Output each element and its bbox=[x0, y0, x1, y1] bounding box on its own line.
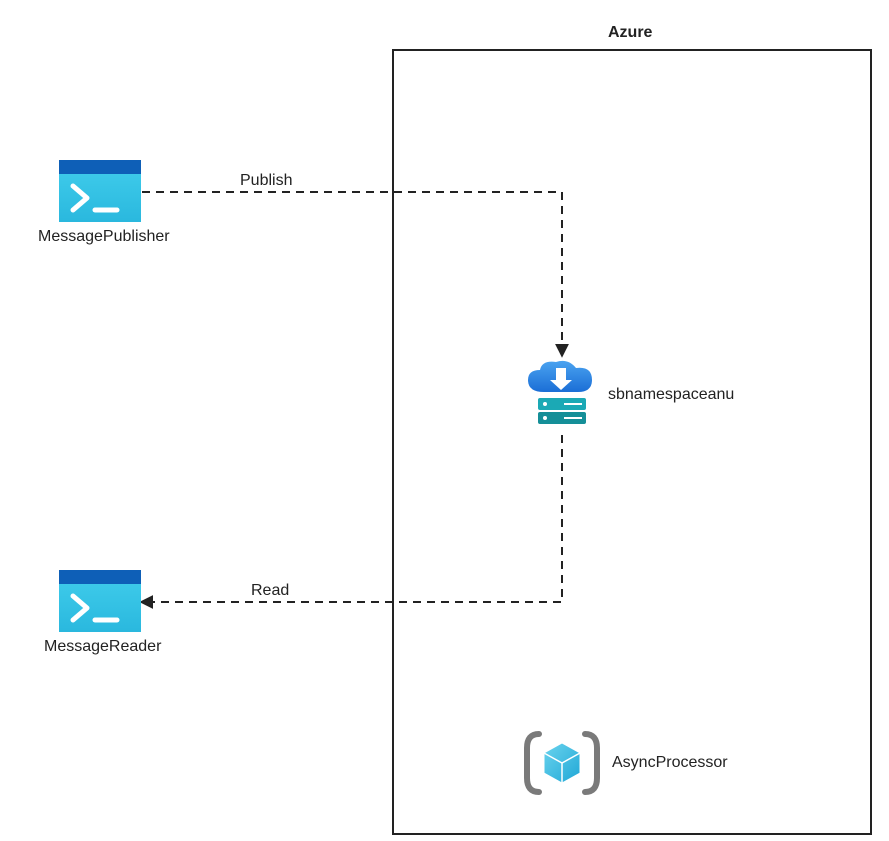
servicebus-icon bbox=[528, 361, 592, 424]
servicebus-label: sbnamespaceanu bbox=[608, 386, 734, 404]
edge-publish bbox=[142, 192, 562, 355]
edge-publish-label: Publish bbox=[236, 172, 296, 190]
diagram-canvas: Azure MessagePublisher MessageReader sbn… bbox=[0, 0, 889, 841]
azure-container bbox=[393, 50, 871, 834]
edge-read-label: Read bbox=[247, 582, 293, 600]
terminal-publisher-icon bbox=[59, 160, 141, 222]
publisher-label: MessagePublisher bbox=[38, 228, 170, 246]
reader-label: MessageReader bbox=[44, 638, 161, 656]
azure-container-title: Azure bbox=[608, 24, 652, 42]
edge-read bbox=[142, 435, 562, 602]
terminal-reader-icon bbox=[59, 570, 141, 632]
diagram-svg bbox=[0, 0, 889, 841]
resourcegroup-icon bbox=[527, 734, 597, 792]
processor-label: AsyncProcessor bbox=[612, 754, 728, 772]
